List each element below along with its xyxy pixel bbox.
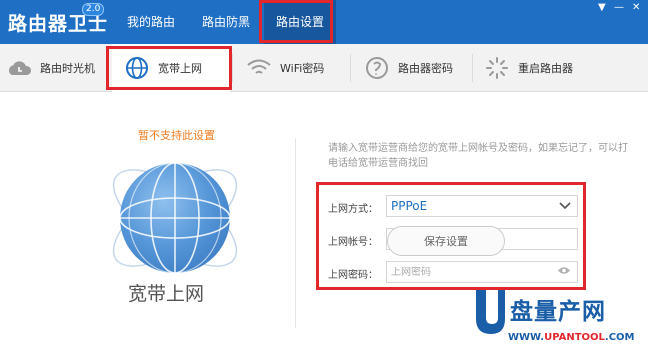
tab-router-security[interactable]: 路由防黑 [202,0,250,44]
toolbar-item-label: 路由时光机 [40,62,95,75]
u-logo-icon [476,290,505,334]
close-icon[interactable]: ✕ [632,2,640,13]
connection-mode-value: PPPoE [391,199,428,213]
mode-label: 上网方式： [328,204,378,215]
unsupported-warning: 暂不支持此设置 [138,129,215,142]
minimize-icon[interactable]: — [614,2,624,13]
tab-my-router[interactable]: 我的路由 [127,0,175,44]
save-button[interactable]: 保存设置 [387,226,505,256]
version-badge: 2.0 [82,3,105,16]
site-watermark: 盘量产网 WWW.UPANTOOL.COM [472,286,648,354]
toolbar-divider [232,54,233,82]
tab-router-settings[interactable]: 路由设置 [264,0,337,44]
password-label: 上网密码： [328,270,378,281]
chevron-down-icon [559,199,571,213]
toolbar-item-restart-router[interactable]: 重启路由器 [484,44,594,92]
broadband-hint: 请输入宽带运营商给您的宽带上网帐号及密码，如果忘记了，可以打电话给宽带运营商找回 [328,143,628,169]
account-label: 上网帐号： [328,237,378,248]
eye-icon[interactable] [557,266,571,278]
toolbar-divider [472,54,473,82]
toolbar-item-wifi-password[interactable]: WiFi密码 [246,44,346,92]
broadband-title: 宽带上网 [128,283,205,305]
toolbar-item-label: 路由器密码 [398,62,453,75]
toolbar-item-label: WiFi密码 [280,62,325,75]
toolbar-item-router-timemachine[interactable]: 路由时光机 [6,44,108,92]
toolbar-item-label: 宽带上网 [158,62,202,75]
key-icon [364,55,390,81]
watermark-url: WWW.UPANTOOL.COM [508,332,635,343]
password-input[interactable] [391,266,551,278]
connection-mode-select[interactable]: PPPoE [386,195,578,217]
cloud-icon [6,55,32,81]
title-bar: 路由器卫士 2.0 我的路由 路由防黑 路由设置 ▼ — ✕ [0,0,648,44]
toolbar-item-router-password[interactable]: 路由器密码 [364,44,470,92]
toolbar-divider [350,54,351,82]
restart-spinner-icon [484,55,510,81]
password-field[interactable] [386,261,578,283]
globe-illustration [100,143,250,293]
watermark-brand: 盘量产网 [510,299,606,325]
settings-toolbar: 路由时光机 宽带上网 WiFi密码 路由器密码 重启路由器 [0,44,648,92]
globe-icon [124,55,150,81]
toolbar-item-label: 重启路由器 [518,62,573,75]
toolbar-item-broadband[interactable]: 宽带上网 [112,44,230,92]
wifi-icon [246,55,272,81]
panel-divider [295,138,296,328]
menu-chevron-icon[interactable]: ▼ [598,2,606,13]
